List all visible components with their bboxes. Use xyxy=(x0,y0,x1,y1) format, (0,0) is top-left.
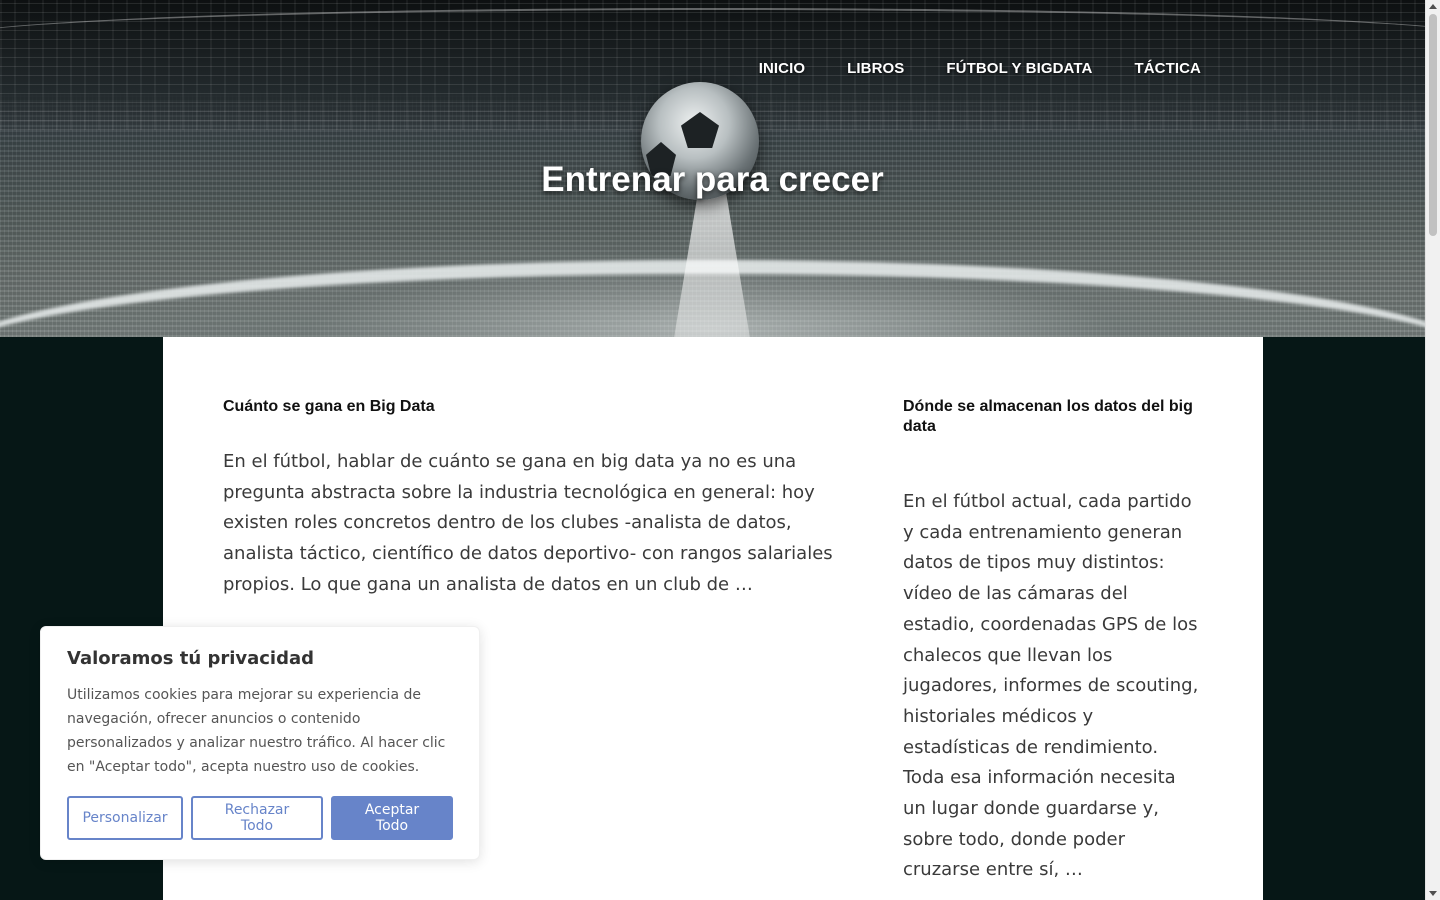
nav-item-libros[interactable]: LIBROS xyxy=(847,60,904,77)
cookie-button-group: Personalizar Rechazar Todo Aceptar Todo xyxy=(67,796,453,840)
nav-item-inicio[interactable]: INICIO xyxy=(759,60,805,77)
cookie-description: Utilizamos cookies para mejorar su exper… xyxy=(67,687,446,775)
site-title: Entrenar para crecer xyxy=(541,160,884,199)
stadium-roof-line xyxy=(0,8,1425,68)
scroll-down-arrow-icon[interactable] xyxy=(1429,891,1437,896)
post-title-link[interactable]: Dónde se almacenan los datos del big dat… xyxy=(903,397,1203,437)
cookie-title: Valoramos tú privacidad xyxy=(67,648,315,669)
post-card: Dónde se almacenan los datos del big dat… xyxy=(903,397,1203,900)
main-navigation: INICIO LIBROS FÚTBOL Y BIGDATA TÁCTICA xyxy=(759,60,1201,77)
scrollbar-thumb[interactable] xyxy=(1429,14,1437,236)
hero-banner: INICIO LIBROS FÚTBOL Y BIGDATA TÁCTICA E… xyxy=(0,0,1425,337)
page-scrollbar[interactable] xyxy=(1425,0,1440,900)
post-excerpt: En el fútbol, hablar de cuánto se gana e… xyxy=(223,451,833,595)
accept-all-button[interactable]: Aceptar Todo xyxy=(331,796,453,840)
cookie-consent-banner: Valoramos tú privacidad Utilizamos cooki… xyxy=(40,626,480,860)
customize-button[interactable]: Personalizar xyxy=(67,796,183,840)
post-title-link[interactable]: Cuánto se gana en Big Data xyxy=(223,397,838,417)
nav-item-futbol-y-bigdata[interactable]: FÚTBOL Y BIGDATA xyxy=(946,60,1092,77)
scroll-up-arrow-icon[interactable] xyxy=(1429,4,1437,9)
nav-item-tactica[interactable]: TÁCTICA xyxy=(1134,60,1201,77)
pitch-center-line xyxy=(672,180,752,337)
post-card: Cuánto se gana en Big Data En el fútbol,… xyxy=(223,397,838,601)
post-excerpt: En el fútbol actual, cada partido y cada… xyxy=(903,491,1199,881)
reject-all-button[interactable]: Rechazar Todo xyxy=(191,796,323,840)
